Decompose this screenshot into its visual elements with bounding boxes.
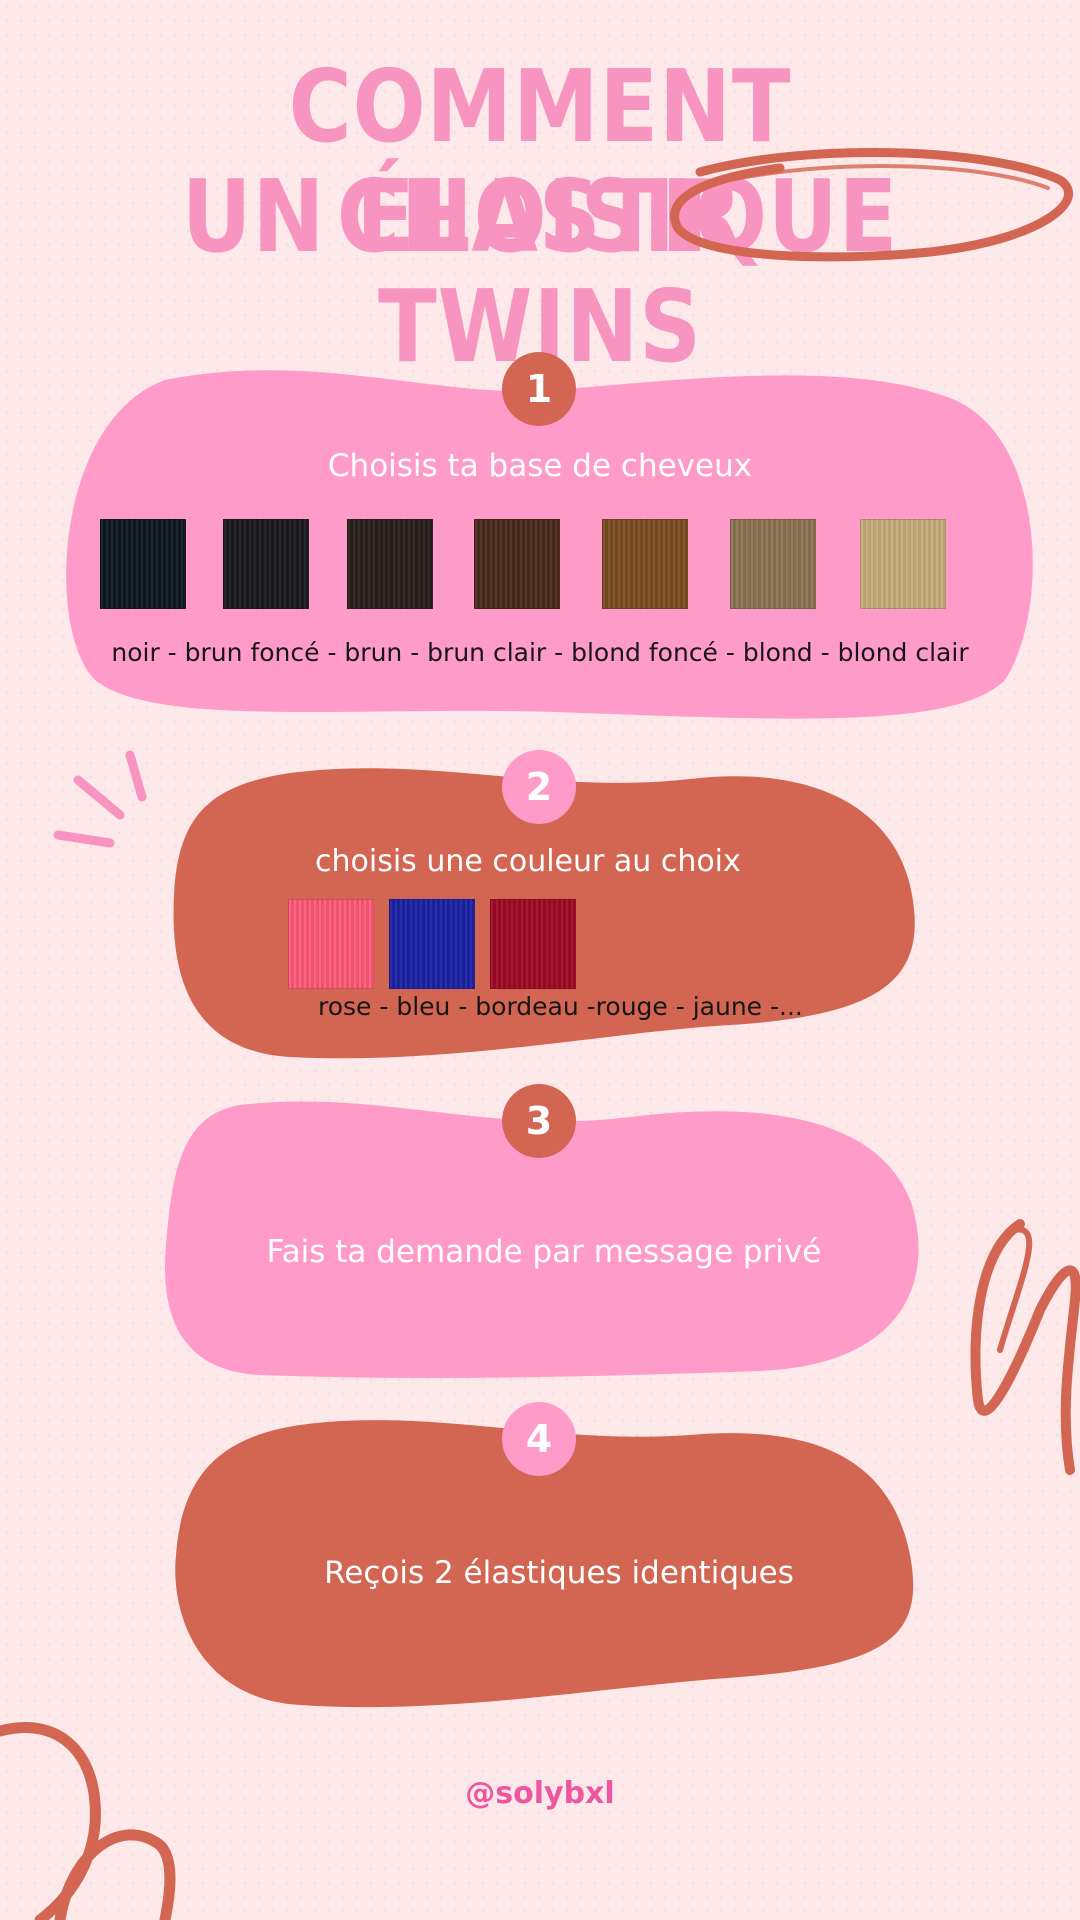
hair-base-swatch-3[interactable]	[347, 519, 433, 609]
hair-base-swatch-5[interactable]	[602, 519, 688, 609]
step-3-number: 3	[525, 1099, 553, 1143]
squiggle-decoration-right	[970, 1219, 1080, 1475]
hair-base-swatch-7[interactable]	[860, 519, 946, 609]
step-1-caption: noir - brun foncé - brun - brun clair - …	[111, 638, 969, 667]
step-4-number: 4	[525, 1417, 553, 1461]
hair-base-swatch-2[interactable]	[223, 519, 309, 609]
hair-base-swatch-4[interactable]	[474, 519, 560, 609]
hair-base-swatch-6[interactable]	[730, 519, 816, 609]
hair-base-swatch-1[interactable]	[100, 519, 186, 609]
step-2-caption: rose - bleu - bordeau -rouge - jaune -..…	[318, 992, 803, 1021]
swirl-decoration-bottom-left	[0, 1722, 176, 1920]
color-swatch-1[interactable]	[288, 899, 374, 989]
step-4-number-badge: 4	[502, 1402, 576, 1476]
step-1-number-badge: 1	[502, 352, 576, 426]
color-swatch-3[interactable]	[490, 899, 576, 989]
step-4-heading: Reçois 2 élastiques identiques	[324, 1555, 794, 1591]
instagram-handle[interactable]: @solybxl	[0, 1776, 1080, 1811]
highlight-ellipse-scribble	[669, 147, 1074, 262]
step-3-heading: Fais ta demande par message privé	[266, 1234, 822, 1270]
color-swatch-2[interactable]	[389, 899, 475, 989]
step-2-number-badge: 2	[502, 750, 576, 824]
step-2-heading: choisis une couleur au choix	[315, 844, 741, 879]
burst-lines-decoration	[53, 750, 147, 848]
step-1-heading: Choisis ta base de cheveux	[327, 448, 753, 484]
step-2-number: 2	[525, 765, 553, 809]
step-3-number-badge: 3	[502, 1084, 576, 1158]
step-1-number: 1	[525, 367, 553, 411]
